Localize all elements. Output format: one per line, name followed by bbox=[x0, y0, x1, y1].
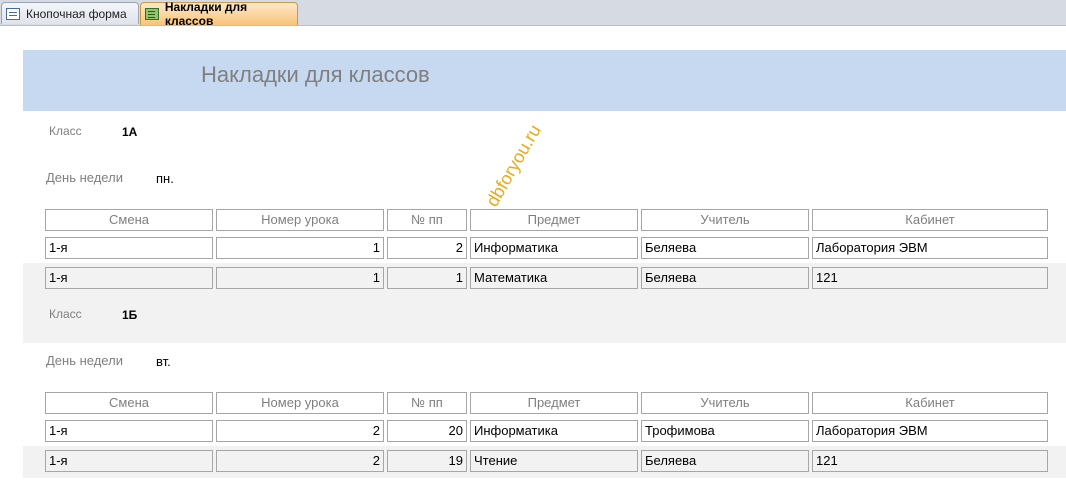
day-value: вт. bbox=[156, 354, 171, 369]
day-value: пн. bbox=[156, 171, 174, 186]
column-header-subject: Предмет bbox=[470, 392, 638, 414]
report-title: Накладки для классов bbox=[201, 62, 430, 87]
document-tab-bar: Кнопочная форма Накладки для классов bbox=[0, 0, 1066, 28]
column-header-room: Кабинет bbox=[812, 392, 1048, 414]
cell-teacher: Беляева bbox=[641, 267, 809, 289]
day-label: День недели bbox=[46, 353, 123, 368]
cell-index: 20 bbox=[387, 420, 467, 442]
column-header-shift: Смена bbox=[45, 209, 213, 231]
cell-lesson-number: 2 bbox=[216, 420, 384, 442]
cell-room: Лаборатория ЭВМ bbox=[812, 237, 1048, 259]
class-value: 1А bbox=[122, 125, 138, 139]
cell-teacher: Беляева bbox=[641, 450, 809, 472]
column-header-subject: Предмет bbox=[470, 209, 638, 231]
tab-switchboard-form[interactable]: Кнопочная форма bbox=[1, 2, 139, 24]
day-label: День недели bbox=[46, 170, 123, 185]
cell-subject: Информатика bbox=[470, 237, 638, 259]
cell-index: 2 bbox=[387, 237, 467, 259]
cell-lesson-number: 2 bbox=[216, 450, 384, 472]
report-header: Накладки для классов bbox=[23, 50, 1066, 111]
cell-index: 19 bbox=[387, 450, 467, 472]
cell-shift: 1-я bbox=[45, 267, 213, 289]
cell-shift: 1-я bbox=[45, 450, 213, 472]
cell-shift: 1-я bbox=[45, 420, 213, 442]
cell-lesson-number: 1 bbox=[216, 267, 384, 289]
class-label: Класс bbox=[49, 124, 82, 138]
column-header-lesson-number: Номер урока bbox=[216, 392, 384, 414]
cell-subject: Чтение bbox=[470, 450, 638, 472]
class-value: 1Б bbox=[122, 308, 138, 322]
cell-teacher: Беляева bbox=[641, 237, 809, 259]
tab-label: Кнопочная форма bbox=[26, 6, 127, 21]
cell-subject: Математика bbox=[470, 267, 638, 289]
cell-teacher: Трофимова bbox=[641, 420, 809, 442]
cell-subject: Информатика bbox=[470, 420, 638, 442]
form-icon bbox=[6, 7, 20, 20]
column-header-shift: Смена bbox=[45, 392, 213, 414]
column-header-index: № пп bbox=[387, 209, 467, 231]
cell-lesson-number: 1 bbox=[216, 237, 384, 259]
cell-room: 121 bbox=[812, 267, 1048, 289]
cell-room: 121 bbox=[812, 450, 1048, 472]
cell-index: 1 bbox=[387, 267, 467, 289]
report-icon bbox=[145, 8, 159, 20]
column-header-teacher: Учитель bbox=[641, 209, 809, 231]
cell-room: Лаборатория ЭВМ bbox=[812, 420, 1048, 442]
watermark: dbforyou.ru bbox=[482, 121, 545, 210]
tab-label: Накладки для классов bbox=[164, 0, 248, 28]
column-header-lesson-number: Номер урока bbox=[216, 209, 384, 231]
class-label: Класс bbox=[49, 307, 82, 321]
column-header-teacher: Учитель bbox=[641, 392, 809, 414]
tab-class-schedules-report[interactable]: Накладки для классов bbox=[140, 0, 298, 28]
column-header-room: Кабинет bbox=[812, 209, 1048, 231]
column-header-index: № пп bbox=[387, 392, 467, 414]
cell-shift: 1-я bbox=[45, 237, 213, 259]
